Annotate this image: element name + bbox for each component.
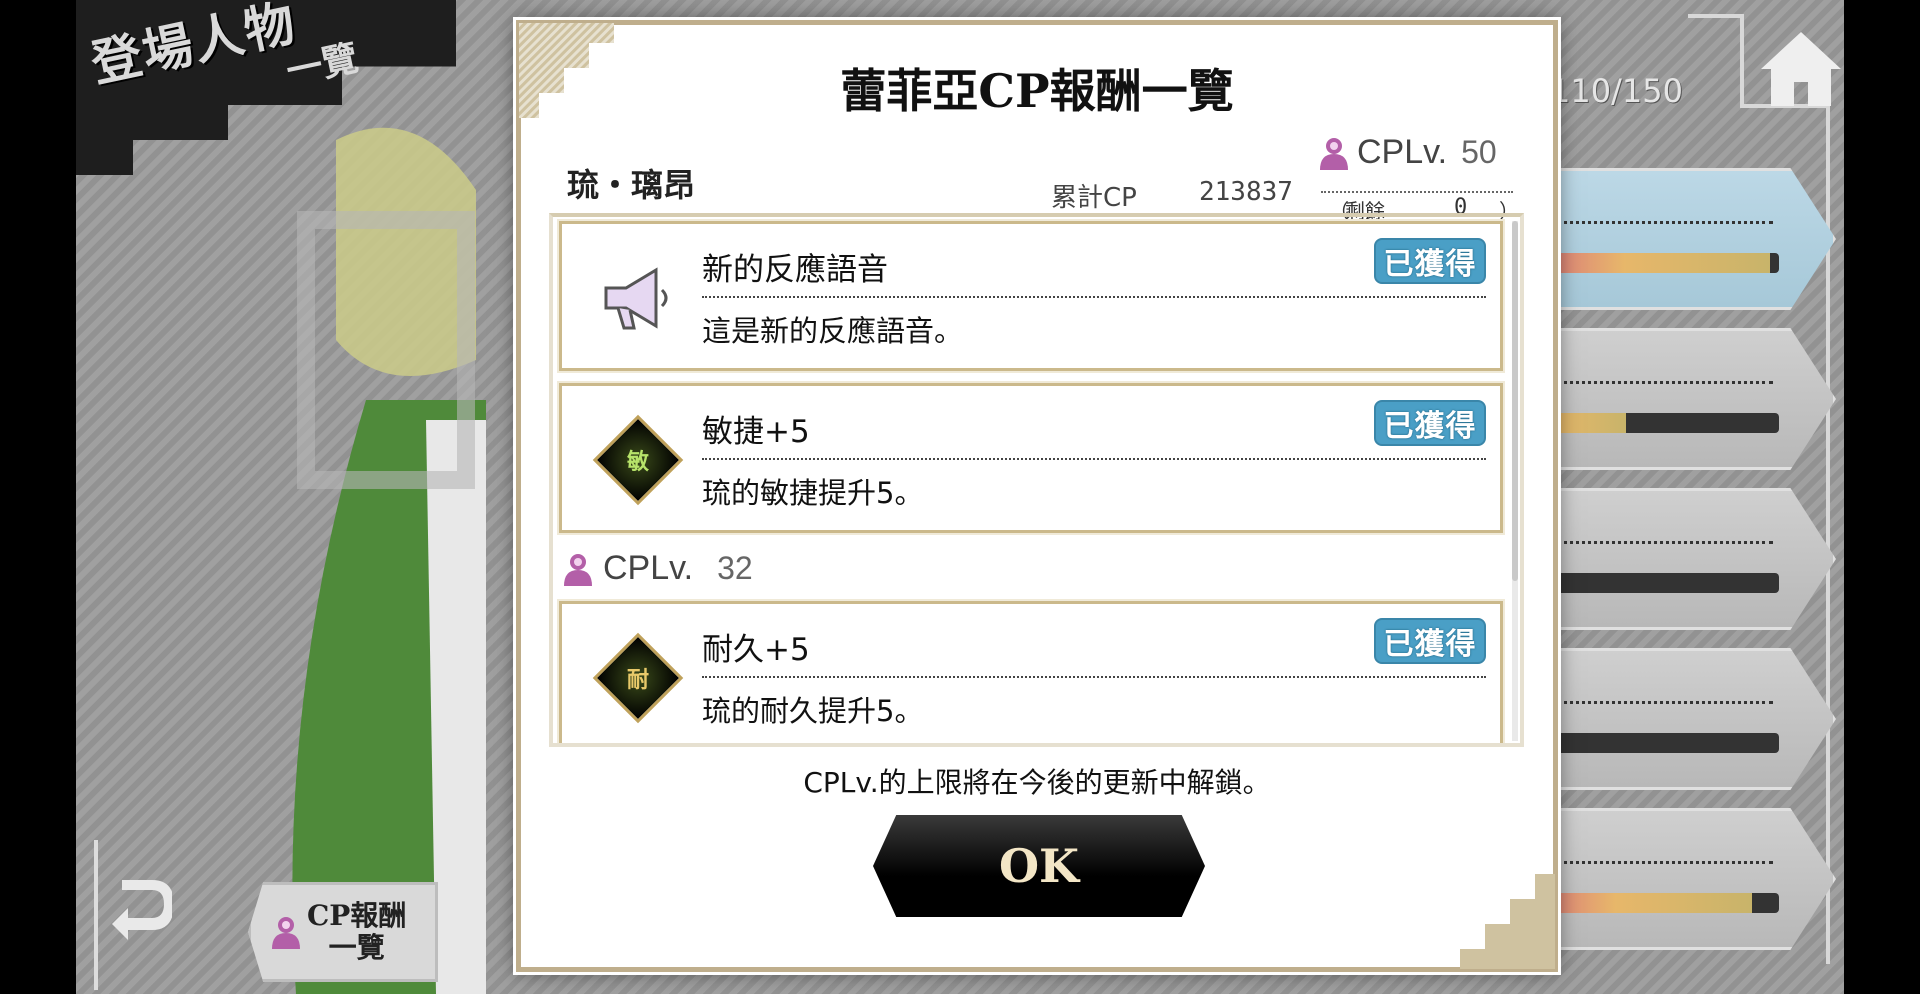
left-letterbox	[0, 0, 76, 994]
cp-reward-list-label: CP報酬 一覽	[307, 898, 407, 964]
cp-reward-list-line2: 一覽	[328, 931, 385, 964]
reward-card: 敏 敏捷+5 琉的敏捷提升5。 已獲得	[557, 381, 1505, 535]
member-count-text: 110/150	[1550, 72, 1683, 110]
cp-person-icon	[1320, 137, 1348, 170]
acquired-badge-label: 已獲得	[1383, 409, 1477, 444]
corner-decoration	[1460, 874, 1555, 969]
cp-total-value: 213837	[1199, 177, 1293, 207]
cp-person-icon	[272, 917, 300, 949]
cp-reward-dialog: 蕾菲亞CP報酬一覽 琉・璃昂 累計CP 213837 CPLv. 50 （ 剩餘…	[516, 20, 1558, 972]
cp-person-icon	[564, 553, 592, 586]
reward-description: 這是新的反應語音。	[702, 314, 964, 348]
reward-divider	[702, 676, 1486, 678]
character-name: 琉・璃昂	[567, 166, 696, 204]
unlock-note: CPLv.的上限將在今後的更新中解鎖。	[803, 766, 1271, 799]
acquired-badge-label: 已獲得	[1383, 627, 1477, 662]
endurance-icon-char: 耐	[626, 667, 650, 693]
game-screen: 登場人物 一覽 110/150 CP報酬 一覽 蕾菲亞CP報酬一覽 琉・璃昂 累…	[76, 0, 1844, 994]
cplv-header: CPLv. 50	[1319, 133, 1497, 172]
ok-button-label: OK	[998, 839, 1080, 893]
frame-line	[1688, 14, 1744, 18]
right-letterbox	[1844, 0, 1920, 994]
acquired-badge: 已獲得	[1374, 400, 1486, 446]
reward-divider	[702, 458, 1486, 460]
back-arrow-icon[interactable]	[102, 880, 172, 950]
reward-description: 琉的敏捷提升5。	[702, 476, 924, 510]
cplv-divider	[1321, 191, 1513, 193]
reward-list[interactable]: 新的反應語音 這是新的反應語音。 已獲得 敏 敏捷+5 琉的敏捷提升5。 已獲得…	[549, 213, 1524, 747]
home-icon[interactable]	[1746, 14, 1844, 124]
acquired-badge: 已獲得	[1374, 618, 1486, 664]
cplv-value: 50	[1461, 134, 1497, 170]
acquired-badge: 已獲得	[1374, 238, 1486, 284]
megaphone-icon	[604, 267, 668, 330]
reward-title: 新的反應語音	[702, 252, 888, 288]
cp-reward-list-button[interactable]: CP報酬 一覽	[248, 882, 438, 982]
ok-button[interactable]: OK	[873, 815, 1205, 917]
acquired-badge-label: 已獲得	[1383, 247, 1477, 282]
cplv-group-header: CPLv. 32	[563, 549, 753, 588]
scrollbar-thumb[interactable]	[1512, 221, 1518, 581]
reward-divider	[702, 296, 1486, 298]
cplv-group-value: 32	[717, 550, 753, 586]
endurance-diamond-icon: 耐	[592, 632, 684, 724]
cp-reward-list-line1: CP報酬	[307, 898, 407, 932]
reward-card: 耐 耐久+5 琉的耐久提升5。 已獲得	[557, 599, 1505, 743]
agility-diamond-icon: 敏	[592, 414, 684, 506]
dialog-title: 蕾菲亞CP報酬一覽	[840, 64, 1234, 118]
frame-line	[1740, 14, 1744, 104]
reward-card: 新的反應語音 這是新的反應語音。 已獲得	[557, 219, 1505, 373]
reward-title: 耐久+5	[702, 632, 810, 668]
reward-description: 琉的耐久提升5。	[702, 694, 924, 728]
agility-icon-char: 敏	[626, 449, 650, 475]
cplv-label: CPLv.	[1357, 133, 1448, 171]
cplv-group-label: CPLv.	[603, 549, 694, 587]
reward-title: 敏捷+5	[702, 414, 810, 450]
cp-total-label: 累計CP	[1051, 183, 1137, 213]
